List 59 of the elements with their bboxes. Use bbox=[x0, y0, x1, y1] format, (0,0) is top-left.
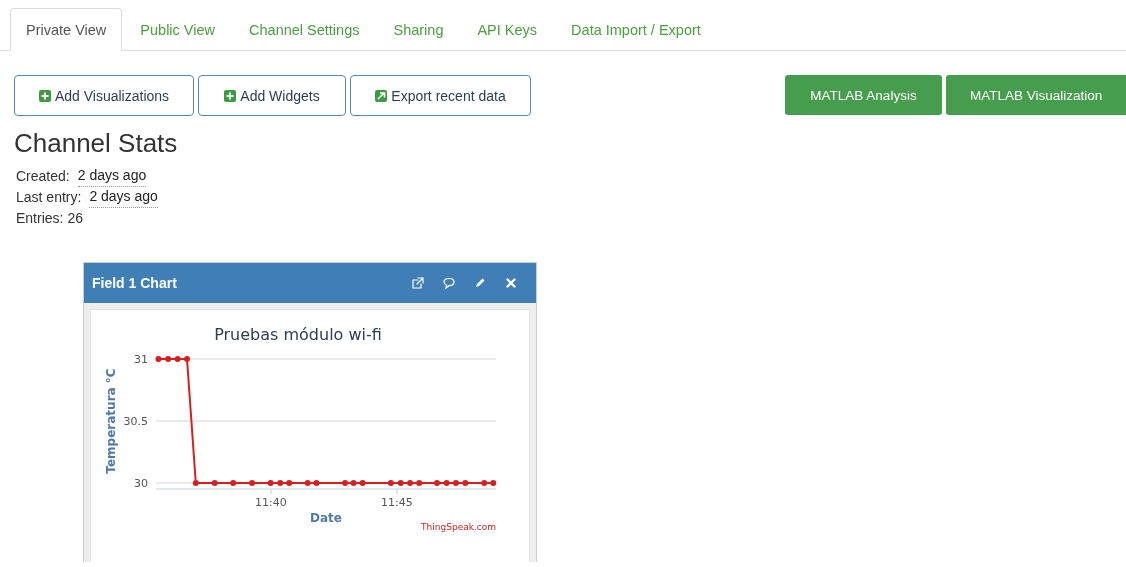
x-tick-label: 11:45 bbox=[381, 496, 413, 509]
data-point bbox=[434, 480, 440, 486]
pencil-icon[interactable] bbox=[473, 276, 487, 290]
chart-title: Pruebas módulo wi-fi bbox=[214, 325, 382, 344]
tab[interactable]: Private View bbox=[10, 8, 123, 51]
plus-icon bbox=[224, 89, 237, 102]
matlab-button[interactable]: MATLAB Analysis bbox=[785, 75, 942, 115]
data-point bbox=[249, 480, 256, 486]
x-tick-label: 11:40 bbox=[255, 496, 287, 509]
data-point bbox=[407, 480, 414, 486]
tab[interactable]: API Keys bbox=[461, 8, 554, 51]
section-heading: Channel Stats bbox=[14, 128, 178, 159]
stat-label: Created: bbox=[16, 167, 70, 186]
data-point bbox=[490, 480, 497, 486]
export-icon bbox=[375, 89, 388, 102]
data-point bbox=[184, 356, 190, 362]
stat-value: 26 bbox=[67, 209, 84, 228]
stat-label: Entries: bbox=[16, 209, 64, 228]
data-point bbox=[165, 356, 172, 362]
widget-title: Field 1 Chart bbox=[92, 275, 177, 291]
y-tick-label: 31 bbox=[134, 353, 148, 366]
action-button[interactable]: Add Widgets bbox=[198, 75, 346, 116]
data-point bbox=[387, 480, 394, 486]
tab[interactable]: Sharing bbox=[377, 8, 460, 51]
data-point bbox=[462, 480, 469, 486]
chart-credit[interactable]: ThingSpeak.com bbox=[421, 522, 496, 532]
data-point bbox=[174, 356, 181, 362]
data-point bbox=[211, 480, 218, 486]
data-point bbox=[277, 480, 284, 486]
data-point bbox=[267, 480, 274, 486]
tab[interactable]: Public View bbox=[124, 8, 232, 51]
data-point bbox=[230, 480, 237, 486]
x-axis-label: Date bbox=[310, 511, 342, 525]
data-point bbox=[286, 480, 293, 486]
tab[interactable]: Data Import / Export bbox=[555, 8, 717, 51]
data-point bbox=[359, 480, 366, 486]
close-icon[interactable] bbox=[504, 276, 518, 290]
data-point bbox=[304, 480, 311, 486]
data-point bbox=[416, 480, 423, 486]
action-button[interactable]: Export recent data bbox=[350, 75, 531, 116]
stat-value: 2 days ago bbox=[89, 187, 158, 208]
data-point bbox=[443, 480, 450, 486]
y-tick-label: 30 bbox=[134, 477, 148, 490]
data-point bbox=[155, 356, 162, 362]
data-point bbox=[397, 480, 404, 486]
speech-bubble-icon[interactable] bbox=[442, 276, 456, 290]
external-link-icon[interactable] bbox=[411, 276, 425, 290]
action-button[interactable]: Add Visualizations bbox=[14, 75, 194, 116]
y-tick-label: 30.5 bbox=[123, 415, 148, 428]
data-point bbox=[452, 480, 459, 486]
plus-icon bbox=[38, 89, 51, 102]
stat-label: Last entry: bbox=[16, 188, 82, 207]
matlab-button[interactable]: MATLAB Visualization bbox=[946, 75, 1126, 115]
data-point bbox=[313, 480, 320, 486]
tab[interactable]: Channel Settings bbox=[233, 8, 376, 51]
data-point bbox=[481, 480, 488, 486]
y-axis-label: Temperatura °C bbox=[104, 368, 118, 474]
stat-value: 2 days ago bbox=[77, 166, 147, 187]
data-point bbox=[192, 480, 199, 486]
